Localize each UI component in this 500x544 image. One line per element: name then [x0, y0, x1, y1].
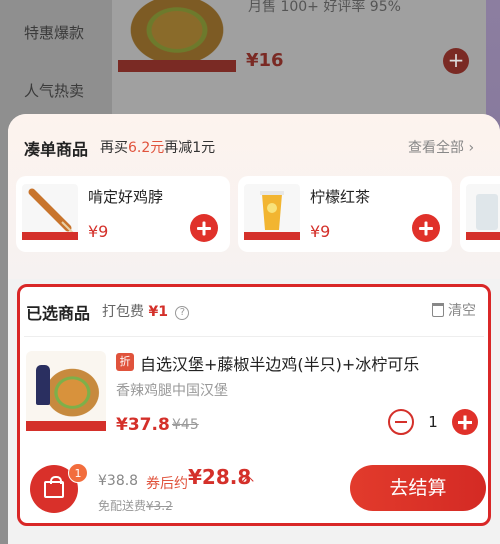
quantity-value: 1: [428, 413, 438, 431]
chevron-right-icon: ›: [468, 140, 475, 156]
shopping-bag-icon: [44, 476, 64, 498]
can-icon: [476, 194, 498, 230]
info-icon[interactable]: ?: [175, 306, 190, 320]
original-total: ¥38.8: [98, 473, 139, 489]
packaging-fee-label: 打包费: [102, 304, 144, 320]
addon-card-partial[interactable]: [460, 176, 500, 252]
addon-item-price: ¥9: [310, 222, 331, 241]
addon-image-strip: [466, 232, 500, 240]
delivery-label: 免配送费: [98, 499, 147, 513]
cola-bottle-shape: [36, 365, 50, 405]
addon-promo-suffix: 再减1元: [164, 140, 216, 156]
menu-item-sales: 月售 100+ 好评率 95%: [248, 0, 401, 15]
delivery-original-fee: ¥3.2: [146, 499, 173, 513]
addon-promo-prefix: 再买: [100, 140, 128, 156]
addon-image-strip: [22, 232, 78, 240]
addon-item-price: ¥9: [88, 222, 109, 241]
clear-label: 清空: [448, 303, 476, 319]
decrease-quantity-button[interactable]: [388, 409, 414, 435]
menu-item-image-strip: [118, 60, 236, 72]
addon-promo-text: 再买6.2元再减1元: [100, 137, 215, 157]
sidebar-category-deals[interactable]: 特惠爆款: [24, 22, 84, 43]
divider: [24, 336, 484, 337]
menu-item-add-button[interactable]: +: [443, 48, 469, 74]
after-coupon-label: 券后约: [146, 476, 188, 492]
see-all-label: 查看全部: [408, 140, 464, 156]
cart-count-badge: 1: [68, 463, 88, 483]
increase-quantity-button[interactable]: [452, 409, 478, 435]
drink-cup-icon: [260, 191, 284, 230]
addon-item-name: 啃定好鸡脖: [88, 188, 164, 206]
product-store: 香辣鸡腿中国汉堡: [116, 383, 228, 399]
product-name: 自选汉堡+藤椒半边鸡(半只)+冰柠可乐: [140, 355, 420, 374]
menu-item-price: ¥16: [246, 50, 284, 71]
product-original-price: ¥45: [172, 417, 199, 433]
addon-card-lemon-tea[interactable]: 柠檬红茶 ¥9: [238, 176, 452, 252]
trash-icon: [432, 303, 444, 317]
packaging-fee-value: ¥1: [148, 304, 168, 320]
skewer-icon: [28, 188, 75, 235]
selected-items-panel: 已选商品 打包费 ¥1 ? 清空 折 自选汉堡+藤椒半边鸡(半只)+冰柠可乐 香…: [17, 284, 491, 526]
final-total: ¥28.8: [188, 465, 252, 489]
addon-item-image: [244, 184, 300, 240]
addon-image-strip: [244, 232, 300, 240]
addon-add-button[interactable]: [412, 214, 440, 242]
checkout-button[interactable]: 去结算: [350, 465, 486, 511]
addon-add-button[interactable]: [190, 214, 218, 242]
selected-title: 已选商品: [26, 304, 91, 323]
see-all-link[interactable]: 查看全部 ›: [408, 137, 474, 157]
clear-button[interactable]: 清空: [432, 300, 476, 320]
discount-tag: 折: [116, 353, 134, 371]
addon-promo-amount: 6.2元: [128, 140, 165, 156]
addon-title: 凑单商品: [24, 140, 89, 159]
addon-card-neck[interactable]: 啃定好鸡脖 ¥9: [16, 176, 230, 252]
addon-item-image: [466, 184, 500, 240]
product-image-strip: [26, 421, 106, 431]
packaging-fee: 打包费 ¥1 ?: [102, 301, 190, 321]
product-image: [26, 351, 106, 431]
sidebar-category-popular[interactable]: 人气热卖: [24, 80, 84, 101]
delivery-fee: 免配送费¥3.2: [98, 497, 173, 514]
addon-item-name: 柠檬红茶: [310, 188, 371, 206]
product-price: ¥37.8: [116, 415, 170, 435]
addon-item-image: [22, 184, 78, 240]
